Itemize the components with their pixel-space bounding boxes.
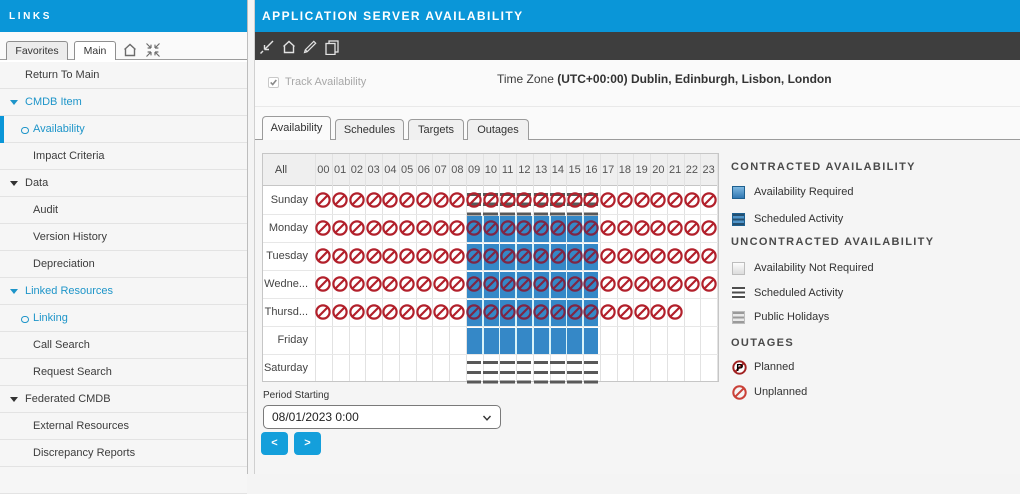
svg-text:P: P bbox=[736, 362, 743, 374]
